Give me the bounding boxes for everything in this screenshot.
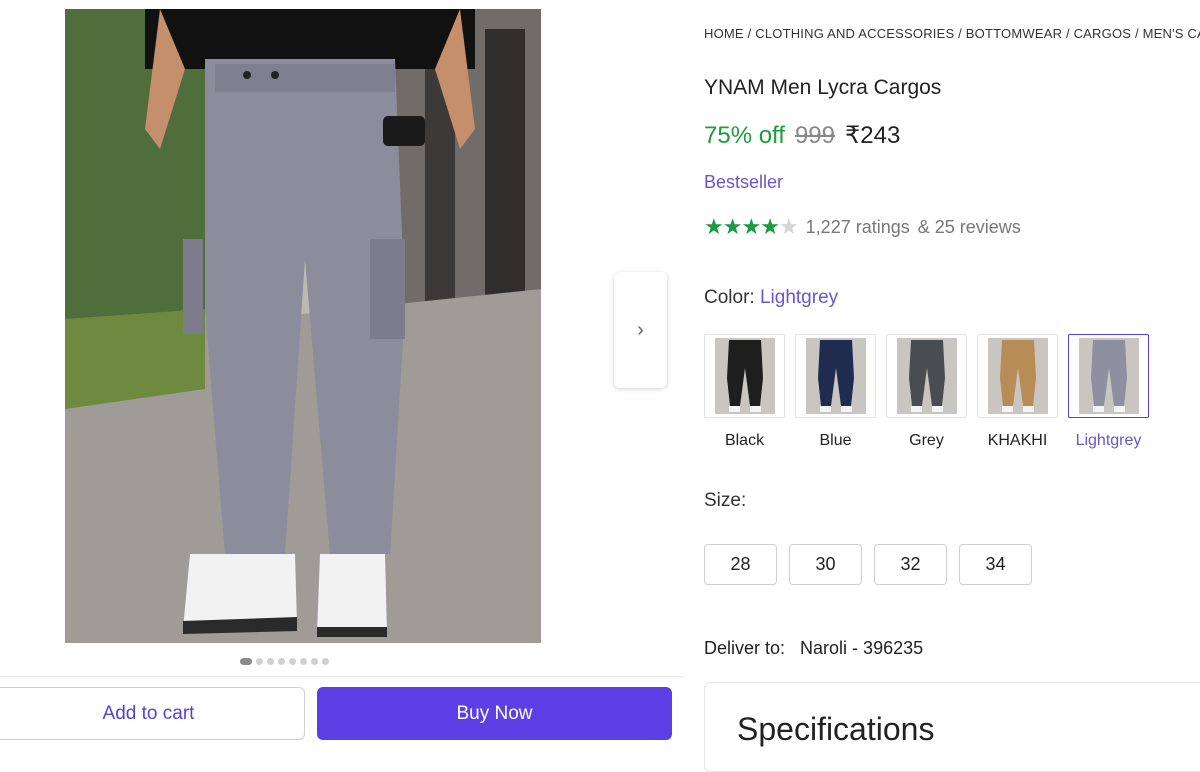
swatch-label: KHAKHI: [987, 432, 1048, 449]
delivery-location: Naroli - 396235: [800, 638, 924, 658]
next-image-button[interactable]: ›: [614, 272, 667, 388]
deliver-to-label: Deliver to:: [704, 638, 786, 658]
specifications-card: Specifications: [704, 682, 1200, 772]
swatch-label: Grey: [909, 432, 944, 449]
sale-price: ₹243: [845, 122, 901, 149]
action-bar: Add to cart Buy Now: [0, 676, 684, 757]
ratings-count: 1,227 ratings: [805, 216, 910, 237]
delivery-info[interactable]: Deliver to: Naroli - 396235: [704, 638, 923, 659]
star-filled-icon: ★: [741, 214, 761, 239]
star-filled-icon: ★: [704, 214, 724, 239]
breadcrumb[interactable]: HOME / CLOTHING AND ACCESSORIES / BOTTOM…: [704, 26, 1200, 41]
color-swatch[interactable]: Lightgrey: [1068, 334, 1149, 450]
size-option[interactable]: 32: [874, 544, 947, 585]
discount-label: 75% off: [704, 122, 785, 149]
swatch-thumbnail: [886, 334, 967, 418]
color-label-text: Color:: [704, 287, 755, 308]
carousel-dot[interactable]: [256, 658, 263, 665]
swatch-thumbnail: [977, 334, 1058, 418]
carousel-dot[interactable]: [267, 658, 274, 665]
chevron-right-icon: ›: [637, 318, 644, 341]
star-filled-icon: ★: [722, 214, 743, 239]
color-swatch[interactable]: KHAKHI: [977, 334, 1058, 450]
product-image[interactable]: [65, 9, 541, 643]
size-options: 28 30 32 34: [704, 544, 1032, 585]
color-swatch[interactable]: Grey: [886, 334, 967, 450]
carousel-dot[interactable]: [300, 658, 307, 665]
size-label: Size:: [704, 490, 747, 511]
swatch-thumbnail: [704, 334, 785, 418]
price-row: 75% off 999 ₹243: [704, 121, 900, 150]
carousel-dot[interactable]: [278, 658, 285, 665]
reviews-count: & 25 reviews: [917, 216, 1021, 237]
color-swatches: Black Blue Grey KHAKHI Lightgrey: [704, 334, 1149, 450]
specifications-title: Specifications: [737, 711, 935, 747]
swatch-label: Blue: [819, 432, 852, 449]
original-price: 999: [794, 122, 835, 149]
swatch-label: Black: [724, 432, 765, 449]
add-to-cart-button[interactable]: Add to cart: [0, 687, 305, 740]
swatch-thumbnail: [795, 334, 876, 418]
bestseller-badge: Bestseller: [704, 172, 784, 192]
carousel-dot[interactable]: [311, 658, 318, 665]
carousel-dot[interactable]: [289, 658, 296, 665]
size-option[interactable]: 34: [959, 544, 1032, 585]
color-swatch[interactable]: Black: [704, 334, 785, 450]
carousel-dot[interactable]: [240, 658, 252, 665]
color-label: Color: Lightgrey: [704, 287, 838, 309]
size-option[interactable]: 28: [704, 544, 777, 585]
swatch-thumbnail: [1068, 334, 1149, 418]
star-rating: ★★★★★: [704, 214, 799, 240]
selected-color: Lightgrey: [759, 287, 839, 308]
swatch-label: Lightgrey: [1075, 432, 1142, 449]
star-filled-icon: ★: [760, 214, 780, 239]
color-swatch[interactable]: Blue: [795, 334, 876, 450]
product-title: YNAM Men Lycra Cargos: [704, 76, 942, 99]
star-empty-icon: ★: [778, 214, 799, 239]
size-option[interactable]: 30: [789, 544, 862, 585]
buy-now-button[interactable]: Buy Now: [317, 687, 672, 740]
rating-row[interactable]: ★★★★★ 1,227 ratings & 25 reviews: [704, 214, 1021, 240]
carousel-dot[interactable]: [322, 658, 329, 665]
carousel-dots[interactable]: [240, 658, 329, 665]
